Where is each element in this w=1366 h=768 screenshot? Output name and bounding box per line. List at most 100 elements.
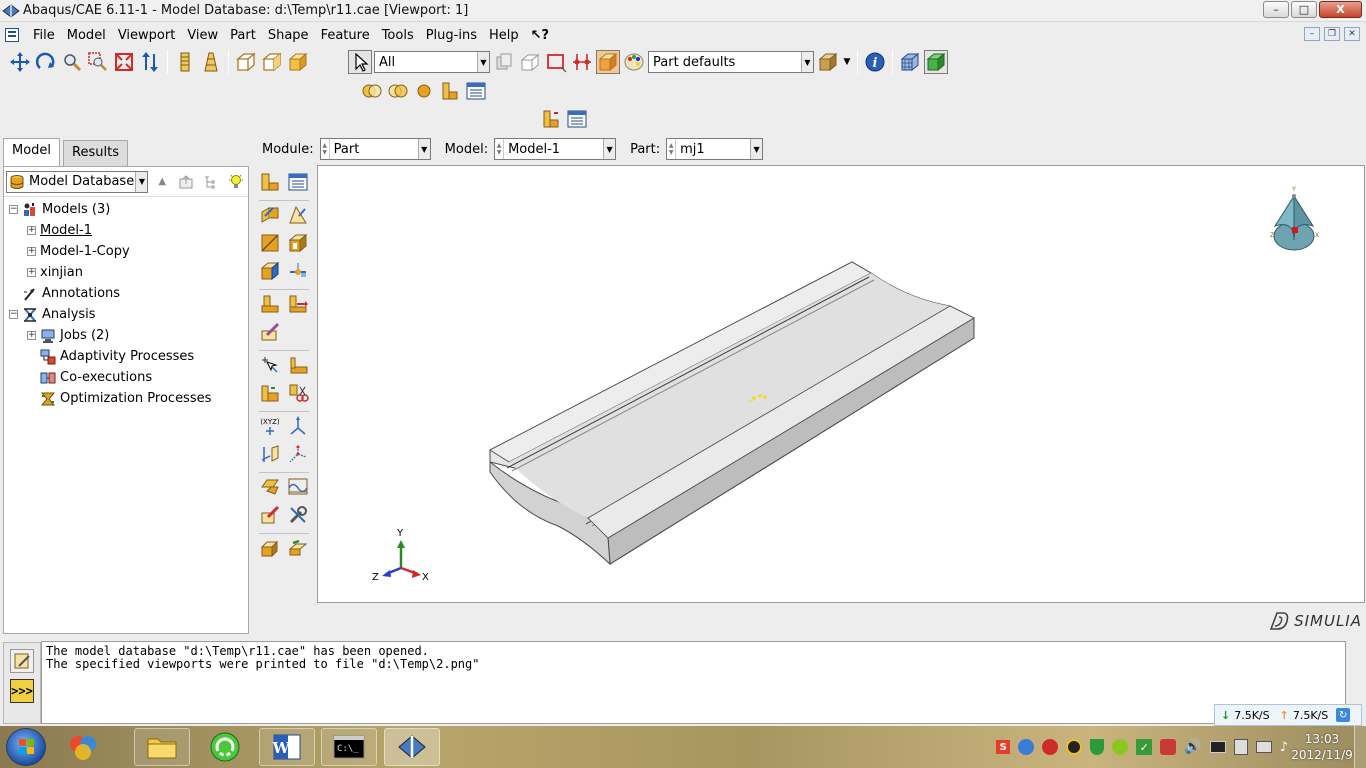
partition-icon[interactable] bbox=[258, 292, 282, 316]
viewport-minimize-button[interactable]: – bbox=[1304, 27, 1320, 41]
render-mode-dropdown-icon[interactable]: ▼ bbox=[842, 50, 852, 74]
part-select[interactable]: ▲ ▼ mj1 ▼ bbox=[666, 138, 764, 160]
auto-fit-icon[interactable] bbox=[112, 50, 136, 74]
tray-display-icon[interactable] bbox=[1209, 741, 1226, 753]
box-zoom-icon[interactable] bbox=[86, 50, 110, 74]
database-select[interactable]: Model Database ▼ bbox=[6, 170, 149, 193]
tree-item-model-1-copy[interactable]: + Model-1-Copy bbox=[4, 241, 248, 262]
viewport[interactable]: Y Z X Y Z X bbox=[317, 165, 1365, 603]
create-solid-extrude-icon[interactable] bbox=[258, 203, 282, 227]
show-desktop-button[interactable] bbox=[1354, 726, 1366, 768]
repair-tool-icon[interactable] bbox=[258, 381, 282, 405]
parent-node-icon[interactable] bbox=[178, 174, 194, 190]
kernel-command-line-icon[interactable]: >>> bbox=[10, 679, 34, 703]
datum-csys-icon[interactable] bbox=[286, 442, 310, 466]
expand-icon[interactable]: + bbox=[27, 247, 36, 256]
assign-section-icon[interactable] bbox=[258, 475, 282, 499]
view-compass[interactable]: Y Z X bbox=[1266, 184, 1322, 256]
maximize-button[interactable]: □ bbox=[1291, 1, 1317, 18]
create-wire-icon[interactable] bbox=[286, 259, 310, 283]
tray-app-icon[interactable] bbox=[1042, 739, 1059, 755]
remove-selected-icon[interactable] bbox=[412, 79, 436, 103]
part-manager-icon[interactable] bbox=[565, 107, 589, 131]
tree-item-coexecutions[interactable]: Co-executions bbox=[4, 367, 248, 388]
tree-item-adaptivity[interactable]: Adaptivity Processes bbox=[4, 346, 248, 367]
tree-item-analysis[interactable]: − Analysis bbox=[4, 304, 248, 325]
refresh-icon[interactable]: ↻ bbox=[1336, 708, 1351, 722]
datum-axis-icon[interactable] bbox=[286, 414, 310, 438]
tray-network-icon[interactable] bbox=[1018, 739, 1035, 755]
view-iso-icon[interactable] bbox=[260, 50, 284, 74]
tree-item-model-1[interactable]: + Model-1 bbox=[4, 220, 248, 241]
menu-help[interactable]: Help bbox=[485, 28, 527, 43]
tab-results[interactable]: Results bbox=[63, 140, 128, 166]
system-menu-icon[interactable] bbox=[5, 28, 19, 42]
rotate-icon[interactable] bbox=[34, 50, 58, 74]
tray-tool-icon[interactable] bbox=[1160, 739, 1177, 755]
tree-item-models[interactable]: − Models (3) bbox=[4, 199, 248, 220]
tree-item-optimization[interactable]: Optimization Processes bbox=[4, 388, 248, 409]
tray-speaker-icon[interactable]: ♪ bbox=[1280, 740, 1288, 755]
tools-wrench-icon[interactable] bbox=[286, 503, 310, 527]
edit-feature-icon[interactable] bbox=[258, 503, 282, 527]
collapse-icon[interactable]: − bbox=[9, 205, 18, 214]
taskbar-abaqus[interactable] bbox=[384, 728, 440, 766]
minimize-button[interactable]: – bbox=[1263, 1, 1289, 18]
tab-model[interactable]: Model bbox=[3, 138, 61, 166]
menu-file[interactable]: File bbox=[29, 28, 63, 43]
tray-check-icon[interactable]: ✓ bbox=[1136, 739, 1153, 755]
render-mode-icon[interactable] bbox=[816, 50, 840, 74]
tree-item-annotations[interactable]: Annotations bbox=[4, 283, 248, 304]
part-manager-tool-icon[interactable] bbox=[286, 170, 310, 194]
create-reference-point-icon[interactable] bbox=[286, 353, 310, 377]
taskbar-explorer[interactable] bbox=[134, 728, 190, 766]
display-group-icon[interactable] bbox=[596, 50, 620, 74]
tray-qq-icon[interactable] bbox=[1066, 739, 1083, 755]
volume-icon[interactable]: 🔊 bbox=[1184, 739, 1201, 755]
replace-selected-icon[interactable] bbox=[360, 79, 384, 103]
collapse-icon[interactable]: − bbox=[9, 310, 18, 319]
tray-device-icon[interactable] bbox=[1233, 739, 1248, 755]
sketch-tool-icon[interactable] bbox=[258, 320, 282, 344]
expand-icon[interactable]: + bbox=[27, 226, 36, 235]
pan-icon[interactable] bbox=[8, 50, 32, 74]
menu-part[interactable]: Part bbox=[226, 28, 264, 43]
taskbar-word[interactable]: W bbox=[259, 728, 315, 766]
create-solid-revolve-icon[interactable] bbox=[286, 203, 310, 227]
create-material-icon[interactable] bbox=[286, 475, 310, 499]
start-button[interactable] bbox=[6, 728, 46, 766]
render-style-select[interactable]: Part defaults ▼ bbox=[648, 51, 814, 73]
abaqus-app-icon[interactable] bbox=[2, 3, 20, 19]
menu-viewport[interactable]: Viewport bbox=[114, 28, 184, 43]
tray-green-icon[interactable] bbox=[1112, 739, 1129, 755]
select-entities-icon[interactable] bbox=[518, 50, 542, 74]
tray-shield-icon[interactable] bbox=[1090, 739, 1105, 755]
model-select[interactable]: ▲ ▼ Model-1 ▼ bbox=[494, 138, 617, 160]
taskbar-360[interactable] bbox=[197, 728, 253, 766]
browser-icon[interactable] bbox=[66, 732, 100, 762]
lightbulb-icon[interactable] bbox=[228, 174, 244, 190]
menu-view[interactable]: View bbox=[183, 28, 226, 43]
menu-shape[interactable]: Shape bbox=[264, 28, 317, 43]
tray-sogou-icon[interactable]: S bbox=[996, 740, 1011, 754]
create-cut-extrude-icon[interactable] bbox=[286, 231, 310, 255]
add-selected-icon[interactable] bbox=[386, 79, 410, 103]
merge-tool-icon[interactable] bbox=[286, 292, 310, 316]
zoom-icon[interactable] bbox=[60, 50, 84, 74]
selection-filter-select[interactable]: All ▼ bbox=[374, 51, 490, 73]
color-palette-icon[interactable] bbox=[622, 50, 646, 74]
sort-icon[interactable]: ▲ bbox=[154, 174, 170, 190]
query-toolbar-icon-1[interactable] bbox=[173, 50, 197, 74]
create-part-icon[interactable] bbox=[258, 170, 282, 194]
module-select[interactable]: ▲ ▼ Part ▼ bbox=[319, 138, 431, 160]
query-toolbar-icon-2[interactable] bbox=[199, 50, 223, 74]
selection-options-icon[interactable] bbox=[570, 50, 594, 74]
message-area-icon[interactable] bbox=[10, 649, 34, 673]
datum-plane-icon[interactable] bbox=[258, 442, 282, 466]
select-from-list-icon[interactable] bbox=[492, 50, 516, 74]
info-icon[interactable]: i bbox=[863, 50, 887, 74]
menu-feature[interactable]: Feature bbox=[317, 28, 378, 43]
menu-model[interactable]: Model bbox=[63, 28, 114, 43]
create-surface-icon[interactable] bbox=[286, 536, 310, 560]
create-round-icon[interactable] bbox=[258, 259, 282, 283]
